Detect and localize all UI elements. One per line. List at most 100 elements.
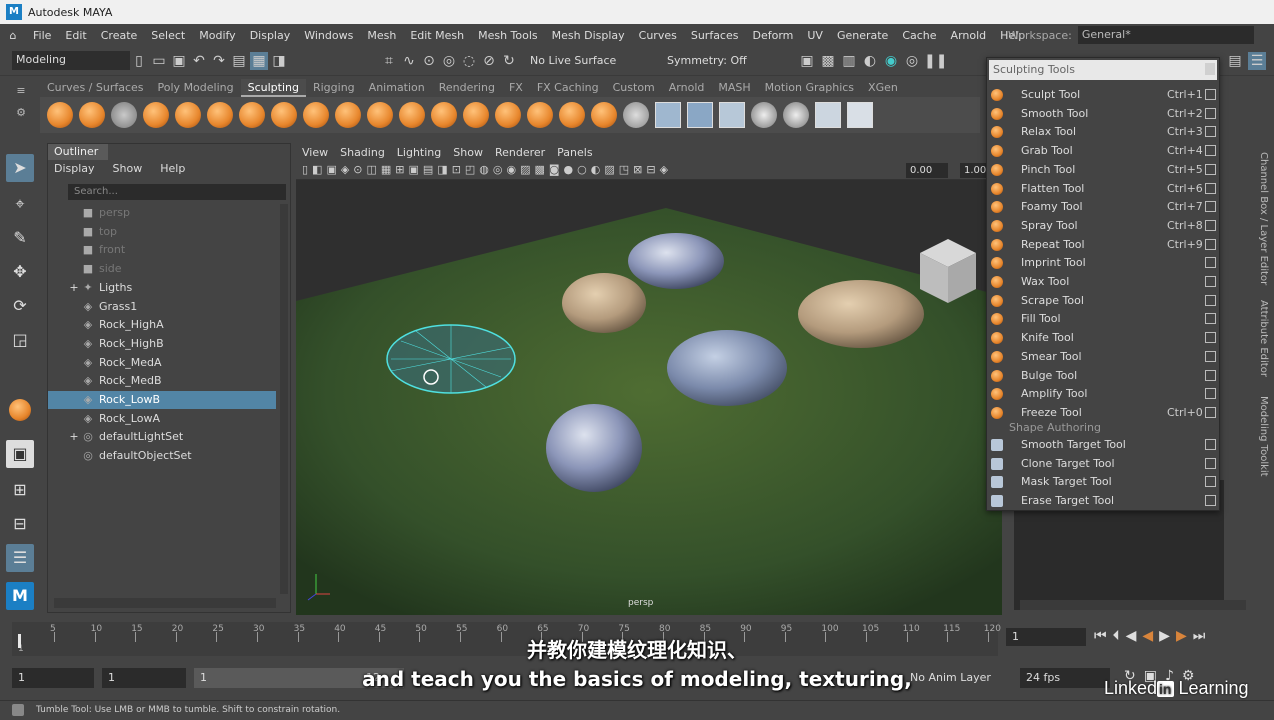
bulge-tool-icon[interactable] xyxy=(527,102,553,128)
option-box-icon[interactable] xyxy=(1205,107,1216,119)
sculpt-menu-item[interactable]: Pinch Tool Ctrl+5 xyxy=(987,161,1219,179)
viewport-menu-view[interactable]: View xyxy=(296,144,334,162)
channel-box-scrollbar[interactable] xyxy=(1020,600,1246,610)
shelf-tab-animation[interactable]: Animation xyxy=(362,79,432,97)
tear-off-icon[interactable] xyxy=(1205,63,1215,75)
workspace-dropdown[interactable]: General* xyxy=(1077,26,1254,44)
menu-create[interactable]: Create xyxy=(94,29,145,42)
foamy-tool-icon[interactable] xyxy=(239,102,265,128)
tab-attribute-editor[interactable]: Attribute Editor xyxy=(1258,300,1269,377)
shelf-tab-xgen[interactable]: XGen xyxy=(861,79,905,97)
shelf-menu-icon[interactable]: ≡ xyxy=(8,80,34,102)
viewport-menu-show[interactable]: Show xyxy=(447,144,489,162)
option-box-icon[interactable] xyxy=(1205,439,1216,450)
imprint-tool-icon[interactable] xyxy=(335,102,361,128)
blendshape-icon[interactable] xyxy=(751,102,777,128)
move-tool-icon[interactable]: ✥ xyxy=(6,258,34,286)
script-editor-icon[interactable] xyxy=(12,704,24,716)
outliner-vertical-scrollbar[interactable] xyxy=(280,204,288,594)
menu-curves[interactable]: Curves xyxy=(632,29,684,42)
outliner-menu-show[interactable]: Show xyxy=(113,162,143,175)
sculpt-tool-icon[interactable] xyxy=(47,102,73,128)
option-box-icon[interactable] xyxy=(1205,182,1216,194)
viewport-menu-shading[interactable]: Shading xyxy=(334,144,391,162)
redo-icon[interactable]: ↷ xyxy=(210,52,228,70)
menu-cache[interactable]: Cache xyxy=(895,29,943,42)
sculpt-menu-item[interactable]: Foamy Tool Ctrl+7 xyxy=(987,198,1219,216)
menu-deform[interactable]: Deform xyxy=(745,29,800,42)
outliner-item[interactable]: ◈ Rock_MedA xyxy=(48,354,276,372)
hypershade-icon[interactable]: ◐ xyxy=(861,52,879,70)
select-component-icon[interactable]: ◨ xyxy=(270,52,288,70)
channel-box-toggle-icon[interactable]: ☰ xyxy=(1248,52,1266,70)
option-box-icon[interactable] xyxy=(1205,388,1216,400)
last-tool-icon[interactable] xyxy=(6,396,34,424)
outliner-item[interactable]: ◈ Rock_LowB xyxy=(48,391,276,409)
smear-tool-icon[interactable] xyxy=(495,102,521,128)
symmetry-dropdown[interactable]: Symmetry: Off xyxy=(667,54,747,67)
menu-edit-mesh[interactable]: Edit Mesh xyxy=(403,29,471,42)
viewport-toolbar-icons[interactable]: ▯◧▣◈⊙◫▦⊞▣▤◨⊡◰◍◎◉▨▩◙●○◐▨◳⊠⊟◈ xyxy=(302,163,672,176)
tab-modeling-toolkit[interactable]: Modeling Toolkit xyxy=(1258,396,1269,477)
outliner-item[interactable]: ◈ Grass1 xyxy=(48,298,276,316)
option-box-icon[interactable] xyxy=(1205,350,1216,362)
viewport-menu-renderer[interactable]: Renderer xyxy=(489,144,551,162)
outliner-item[interactable]: ■ top xyxy=(48,223,276,241)
sculpt-menu-item[interactable]: Wax Tool xyxy=(987,273,1219,291)
erase-target-icon[interactable] xyxy=(847,102,873,128)
shape-editor-icon[interactable] xyxy=(783,102,809,128)
menu-generate[interactable]: Generate xyxy=(830,29,895,42)
option-box-icon[interactable] xyxy=(1205,238,1216,250)
shelf-tab-rigging[interactable]: Rigging xyxy=(306,79,362,97)
two-view-icon[interactable]: ⊟ xyxy=(6,510,34,538)
pose-space-icon[interactable] xyxy=(719,102,745,128)
render-frame-icon[interactable]: ▣ xyxy=(798,52,816,70)
outliner-item[interactable]: ■ persp xyxy=(48,204,276,222)
sculpt-menu-item[interactable]: Relax Tool Ctrl+3 xyxy=(987,123,1219,141)
option-box-icon[interactable] xyxy=(1205,406,1216,418)
outliner-item[interactable]: ◈ Rock_MedB xyxy=(48,372,276,390)
menu-modify[interactable]: Modify xyxy=(192,29,242,42)
knife-tool-icon[interactable] xyxy=(463,102,489,128)
arnold-render-icon[interactable]: ◉ xyxy=(882,52,900,70)
live-surface-field[interactable]: No Live Surface xyxy=(530,54,616,67)
menu-display[interactable]: Display xyxy=(243,29,298,42)
spray-tool-icon[interactable] xyxy=(271,102,297,128)
scrape-tool-icon[interactable] xyxy=(399,102,425,128)
outliner-menu-display[interactable]: Display xyxy=(54,162,95,175)
expand-icon[interactable]: + xyxy=(66,428,82,446)
menu-surfaces[interactable]: Surfaces xyxy=(684,29,746,42)
outliner-item[interactable]: + ✦ Ligths xyxy=(48,279,276,297)
outliner-item[interactable]: ◈ Rock_LowA xyxy=(48,410,276,428)
option-box-icon[interactable] xyxy=(1205,126,1216,138)
pause-icon[interactable]: ❚❚ xyxy=(924,52,947,70)
shape-authoring-item[interactable]: Clone Target Tool xyxy=(987,455,1219,473)
sculpt-menu-item[interactable]: Grab Tool Ctrl+4 xyxy=(987,142,1219,160)
gamma-field[interactable]: 0.00 xyxy=(906,163,948,178)
outliner-search-input[interactable]: Search... xyxy=(68,184,286,200)
shape-authoring-item[interactable]: Mask Target Tool xyxy=(987,473,1219,491)
rock-meda[interactable] xyxy=(798,280,924,348)
single-view-icon[interactable]: ▣ xyxy=(6,440,34,468)
four-view-icon[interactable]: ⊞ xyxy=(6,476,34,504)
snap-point-icon[interactable]: ⊙ xyxy=(420,52,438,70)
select-object-icon[interactable]: ▦ xyxy=(250,52,268,70)
sculpt-menu-item[interactable]: Flatten Tool Ctrl+6 xyxy=(987,180,1219,198)
sculpt-menu-item[interactable]: Knife Tool xyxy=(987,329,1219,347)
snap-curve-icon[interactable]: ∿ xyxy=(400,52,418,70)
snap-grid-icon[interactable]: ⌗ xyxy=(380,52,398,70)
rock-medb[interactable] xyxy=(667,330,787,406)
viewport-scene[interactable] xyxy=(296,181,1002,615)
tab-channel-box[interactable]: Channel Box / Layer Editor xyxy=(1258,152,1269,285)
rock-highb[interactable] xyxy=(562,273,646,333)
option-box-icon[interactable] xyxy=(1205,163,1216,175)
render-settings-icon[interactable]: ▥ xyxy=(840,52,858,70)
shelf-tab-mash[interactable]: MASH xyxy=(711,79,757,97)
menu-set-dropdown[interactable]: Modeling xyxy=(12,51,130,70)
shelf-tab-rendering[interactable]: Rendering xyxy=(432,79,502,97)
option-box-icon[interactable] xyxy=(1205,476,1216,488)
scale-tool-icon[interactable]: ◲ xyxy=(6,326,34,354)
option-box-icon[interactable] xyxy=(1205,89,1216,100)
shape-authoring-item[interactable]: Smooth Target Tool xyxy=(987,436,1219,454)
home-icon[interactable]: ⌂ xyxy=(0,29,26,42)
